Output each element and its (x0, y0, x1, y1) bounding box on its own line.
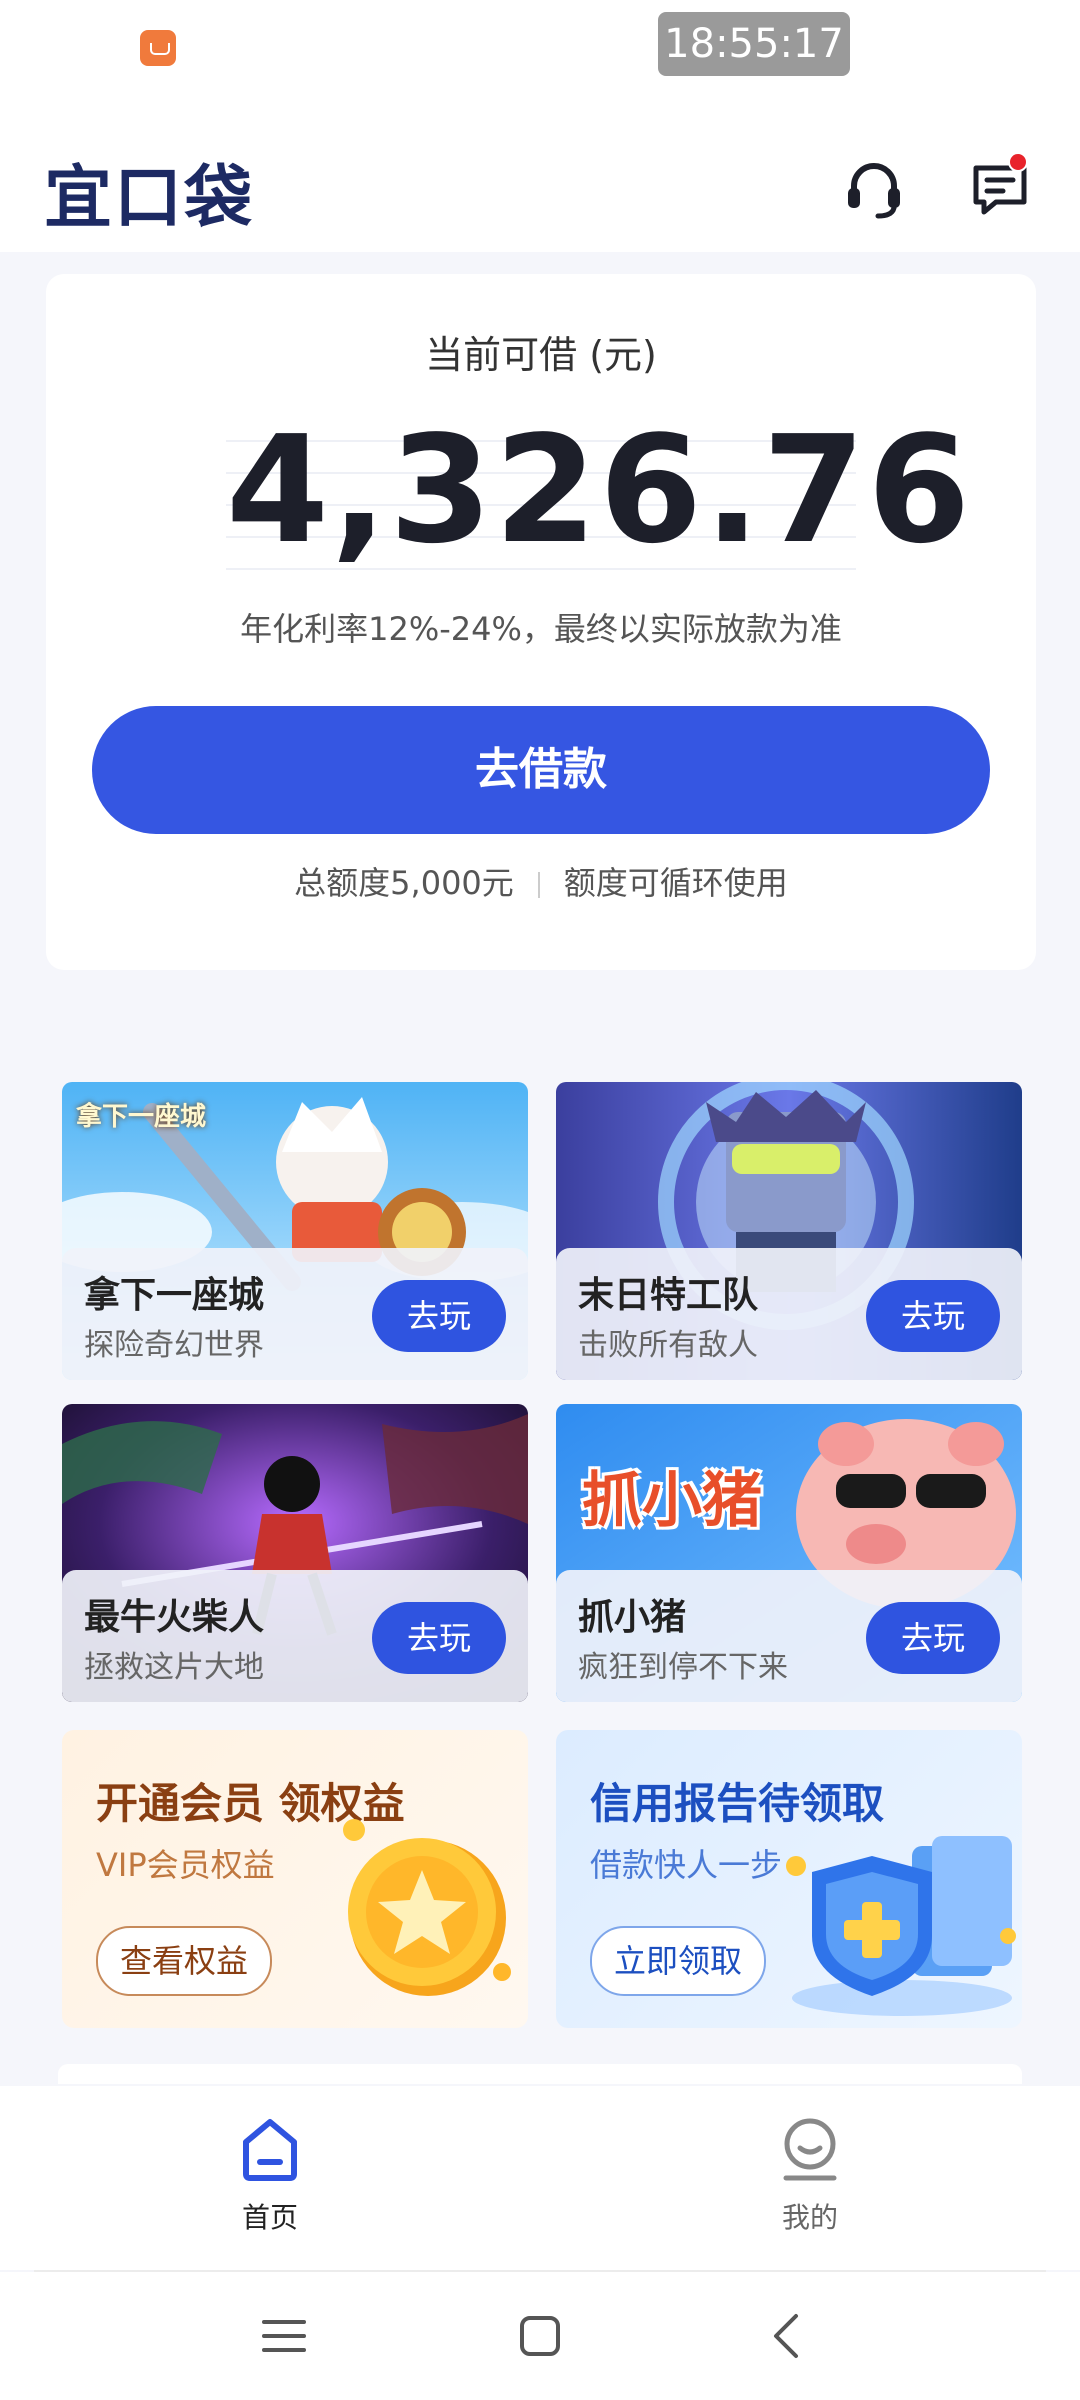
interest-rate-note: 年化利率12%-24%，最终以实际放款为准 (240, 610, 842, 648)
game-title: 拿下一座城 (84, 1275, 265, 1316)
game-card[interactable]: 末日特工队 击败所有敌人 去玩 (556, 1082, 1022, 1380)
game-subtitle: 疯狂到停不下来 (578, 1650, 788, 1685)
menu-icon[interactable] (256, 2308, 312, 2364)
game-art-label: 拿下一座城 (76, 1102, 207, 1132)
app-logo: 宜口袋 (44, 159, 255, 238)
nav-label: 首页 (241, 2201, 298, 2234)
loan-caption: 当前可借 (元) (425, 333, 657, 377)
borrow-button[interactable]: 去借款 (92, 706, 990, 834)
limit-note: 额度可循环使用 (563, 864, 788, 902)
game-info-panel: 抓小猪 疯狂到停不下来 去玩 (556, 1570, 1022, 1702)
limit-footnote: 总额度5,000元 额度可循环使用 (46, 858, 1036, 904)
play-button[interactable]: 去玩 (372, 1602, 506, 1674)
claim-now-button[interactable]: 立即领取 (590, 1926, 767, 1996)
back-icon[interactable] (760, 2308, 816, 2364)
home-icon (243, 2119, 297, 2181)
loan-card: 当前可借 (元) 4,326.76 年化利率12%-24%，最终以实际放款为准 … (46, 274, 1036, 970)
nav-home[interactable]: 首页 (190, 2116, 350, 2246)
game-subtitle: 拯救这片大地 (84, 1650, 264, 1685)
notification-dot (1008, 152, 1028, 172)
separator (537, 872, 540, 898)
shopping-app-icon (140, 30, 176, 66)
star-coin-icon (343, 1819, 511, 1996)
promo-subtitle: 借款快人一步 (590, 1846, 783, 1884)
credit-report-promo-card[interactable]: 信用报告待领取 借款快人一步 立即领取 (556, 1730, 1022, 2028)
shield-icon (786, 1836, 1016, 2016)
game-card[interactable]: 抓小猪 抓小猪 疯狂到停不下来 去玩 (556, 1404, 1022, 1702)
system-nav-bar (0, 2272, 1080, 2400)
status-bar: 18:55:17 (0, 0, 1080, 100)
game-subtitle: 探险奇幻世界 (84, 1328, 264, 1363)
game-card[interactable]: 最牛火柴人 拯救这片大地 去玩 (62, 1404, 528, 1702)
home-square-icon[interactable] (512, 2308, 568, 2364)
view-benefits-button[interactable]: 查看权益 (96, 1926, 273, 1996)
game-title: 最牛火柴人 (84, 1597, 265, 1638)
amount-area: 4,326.76 (226, 404, 973, 576)
game-info-panel: 拿下一座城 探险奇幻世界 去玩 (62, 1248, 528, 1380)
nav-profile[interactable]: 我的 (730, 2116, 890, 2246)
profile-icon (783, 2118, 837, 2181)
game-title: 抓小猪 (578, 1597, 687, 1638)
game-info-panel: 最牛火柴人 拯救这片大地 去玩 (62, 1570, 528, 1702)
loan-amount: 4,326.76 (226, 404, 973, 576)
vip-promo-card[interactable]: 开通会员 领权益 VIP会员权益 查看权益 (62, 1730, 528, 2028)
nav-label: 我的 (781, 2201, 838, 2234)
customer-service-icon[interactable] (846, 158, 902, 220)
game-info-panel: 末日特工队 击败所有敌人 去玩 (556, 1248, 1022, 1380)
game-subtitle: 击败所有敌人 (578, 1328, 758, 1363)
game-card[interactable]: 拿下一座城 拿下一座城 探险奇幻世界 去玩 (62, 1082, 528, 1380)
next-card-edge (58, 2064, 1022, 2084)
play-button[interactable]: 去玩 (866, 1602, 1000, 1674)
play-button[interactable]: 去玩 (866, 1280, 1000, 1352)
promo-subtitle: VIP会员权益 (96, 1846, 275, 1884)
game-title: 末日特工队 (578, 1275, 759, 1316)
game-art-label: 抓小猪 (582, 1466, 762, 1536)
app-header: 宜口袋 (0, 100, 1080, 252)
play-button[interactable]: 去玩 (372, 1280, 506, 1352)
total-limit: 总额度5,000元 (294, 864, 514, 902)
promo-title: 信用报告待领取 (590, 1779, 885, 1828)
bottom-nav: 首页 我的 (0, 2086, 1080, 2270)
status-time: 18:55:17 (658, 12, 850, 76)
